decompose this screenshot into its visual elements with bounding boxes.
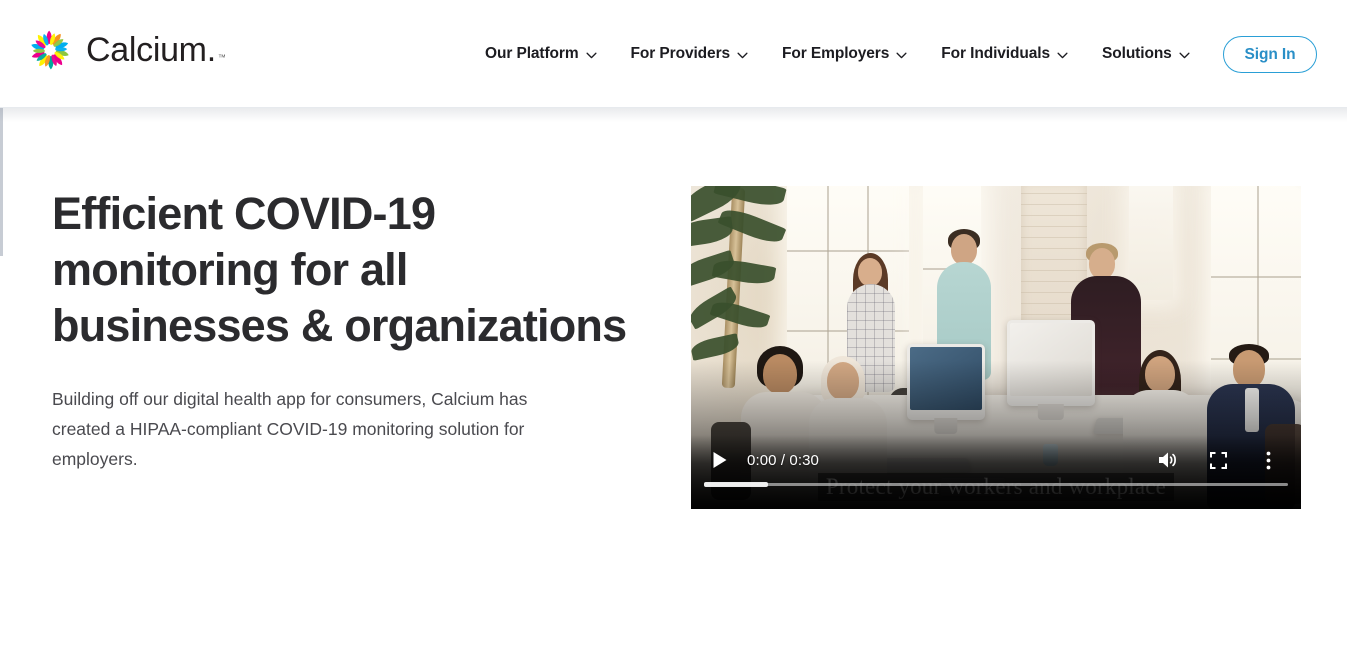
more-options-icon bbox=[1266, 451, 1270, 469]
progress-track bbox=[704, 483, 1288, 486]
chevron-down-icon bbox=[1179, 52, 1190, 58]
page-title: Efficient COVID-19 monitoring for all bu… bbox=[52, 188, 627, 351]
volume-on-icon bbox=[1159, 452, 1176, 468]
site-header: Calcium . ™ Our Platform For Providers F… bbox=[0, 0, 1347, 108]
fullscreen-button[interactable] bbox=[1203, 445, 1233, 475]
hero-section: Efficient COVID-19 monitoring for all bu… bbox=[0, 122, 1347, 645]
brand-name: Calcium bbox=[86, 31, 207, 69]
page-root: Calcium . ™ Our Platform For Providers F… bbox=[0, 0, 1347, 645]
chevron-down-icon bbox=[1057, 52, 1068, 58]
sign-in-button[interactable]: Sign In bbox=[1223, 36, 1317, 73]
nav-item-for-employers[interactable]: For Employers bbox=[765, 37, 924, 71]
nav-item-our-platform[interactable]: Our Platform bbox=[468, 37, 614, 71]
brand-logo-link[interactable]: Calcium . ™ bbox=[28, 28, 226, 72]
chevron-down-icon bbox=[586, 52, 597, 58]
video-controls-bar: 0:00 / 0:30 bbox=[691, 435, 1301, 509]
brand-wordmark: Calcium . ™ bbox=[86, 33, 226, 67]
nav-item-label: For Individuals bbox=[941, 45, 1050, 62]
desktop-monitor bbox=[1007, 320, 1095, 420]
hero-video-player[interactable]: Protect your workers and workplace 0:00 … bbox=[691, 186, 1301, 509]
chevron-down-icon bbox=[737, 52, 748, 58]
header-divider bbox=[0, 107, 1347, 108]
hero-subtitle: Building off our digital health app for … bbox=[52, 389, 528, 469]
main-navigation: Our Platform For Providers For Employers… bbox=[468, 0, 1207, 108]
nav-item-for-providers[interactable]: For Providers bbox=[614, 37, 765, 71]
left-edge-rail bbox=[0, 108, 3, 256]
more-options-button[interactable] bbox=[1253, 445, 1283, 475]
progress-loaded bbox=[704, 482, 769, 487]
chevron-down-icon bbox=[896, 52, 907, 58]
nav-item-label: Solutions bbox=[1102, 45, 1172, 62]
nav-item-label: For Employers bbox=[782, 45, 890, 62]
brand-period: . bbox=[206, 31, 216, 69]
nav-item-label: For Providers bbox=[630, 45, 731, 62]
nav-item-solutions[interactable]: Solutions bbox=[1085, 37, 1207, 71]
video-progress-bar[interactable] bbox=[704, 482, 1288, 487]
hero-copy: Efficient COVID-19 monitoring for all bu… bbox=[52, 186, 652, 474]
brand-tm-mark: ™ bbox=[217, 53, 226, 62]
video-controls-right bbox=[1153, 445, 1283, 475]
desktop-monitor bbox=[907, 344, 985, 434]
calcium-pinwheel-logo-icon bbox=[31, 30, 69, 70]
nav-item-for-individuals[interactable]: For Individuals bbox=[924, 37, 1085, 71]
nav-item-label: Our Platform bbox=[485, 45, 579, 62]
video-controls-row: 0:00 / 0:30 bbox=[691, 445, 1301, 475]
volume-button[interactable] bbox=[1153, 445, 1183, 475]
video-time-display: 0:00 / 0:30 bbox=[747, 451, 819, 469]
play-button[interactable] bbox=[705, 445, 735, 475]
sign-in-label: Sign In bbox=[1244, 45, 1296, 63]
header-shadow bbox=[0, 108, 1347, 122]
fullscreen-icon bbox=[1209, 451, 1227, 469]
play-icon bbox=[713, 452, 727, 468]
